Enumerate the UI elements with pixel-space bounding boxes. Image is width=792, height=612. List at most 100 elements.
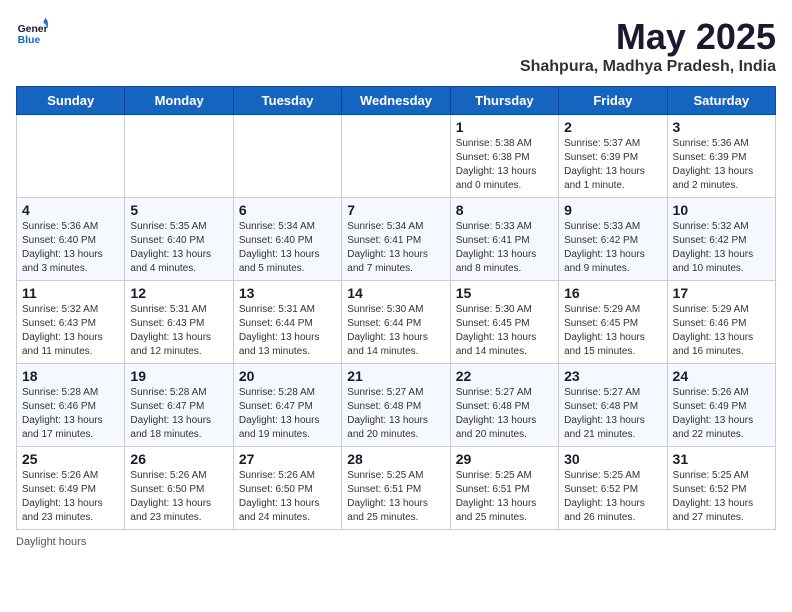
cell-date: 4 <box>22 202 119 218</box>
calendar-cell: 20 Sunrise: 5:28 AM Sunset: 6:47 PM Dayli… <box>233 364 341 447</box>
cell-date: 29 <box>456 451 553 467</box>
cell-date: 8 <box>456 202 553 218</box>
cell-date: 16 <box>564 285 661 301</box>
cell-info: Sunrise: 5:26 AM Sunset: 6:50 PM Dayligh… <box>239 469 336 525</box>
calendar-cell: 3 Sunrise: 5:36 AM Sunset: 6:39 PM Daylig… <box>667 115 775 198</box>
day-header-friday: Friday <box>559 87 667 115</box>
cell-info: Sunrise: 5:31 AM Sunset: 6:43 PM Dayligh… <box>130 303 227 359</box>
day-header-tuesday: Tuesday <box>233 87 341 115</box>
cell-info: Sunrise: 5:25 AM Sunset: 6:52 PM Dayligh… <box>564 469 661 525</box>
cell-info: Sunrise: 5:25 AM Sunset: 6:52 PM Dayligh… <box>673 469 770 525</box>
calendar-cell: 26Sunrise: 5:26 AM Sunset: 6:50 PM Dayli… <box>125 447 233 530</box>
logo-icon: General Blue <box>16 16 48 48</box>
footer: Daylight hours <box>16 536 776 548</box>
week-row-5: 25 Sunrise: 5:26 AM Sunset: 6:49 PM Dayli… <box>17 447 776 530</box>
week-row-1: 1 Sunrise: 5:38 AM Sunset: 6:38 PM Daylig… <box>17 115 776 198</box>
cell-date: 10 <box>673 202 770 218</box>
calendar-cell: 9 Sunrise: 5:33 AM Sunset: 6:42 PM Daylig… <box>559 198 667 281</box>
day-header-thursday: Thursday <box>450 87 558 115</box>
calendar-cell: 15Sunrise: 5:30 AM Sunset: 6:45 PM Dayli… <box>450 281 558 364</box>
week-row-3: 11 Sunrise: 5:32 AM Sunset: 6:43 PM Dayli… <box>17 281 776 364</box>
cell-date: 31 <box>673 451 770 467</box>
calendar-cell: 10 Sunrise: 5:32 AM Sunset: 6:42 PM Dayli… <box>667 198 775 281</box>
cell-info: Sunrise: 5:38 AM Sunset: 6:38 PM Dayligh… <box>456 137 553 193</box>
calendar-cell: 30 Sunrise: 5:25 AM Sunset: 6:52 PM Dayli… <box>559 447 667 530</box>
cell-info: Sunrise: 5:25 AM Sunset: 6:51 PM Dayligh… <box>347 469 444 525</box>
cell-date: 3 <box>673 119 770 135</box>
calendar-cell: 2 Sunrise: 5:37 AM Sunset: 6:39 PM Daylig… <box>559 115 667 198</box>
cell-date: 25 <box>22 451 119 467</box>
cell-info: Sunrise: 5:33 AM Sunset: 6:42 PM Dayligh… <box>564 220 661 276</box>
month-title: May 2025 <box>520 16 776 58</box>
calendar-cell: 31 Sunrise: 5:25 AM Sunset: 6:52 PM Dayli… <box>667 447 775 530</box>
cell-info: Sunrise: 5:28 AM Sunset: 6:47 PM Dayligh… <box>239 386 336 442</box>
cell-info: Sunrise: 5:37 AM Sunset: 6:39 PM Dayligh… <box>564 137 661 193</box>
cell-date: 24 <box>673 368 770 384</box>
cell-date: 1 <box>456 119 553 135</box>
calendar-cell: 11 Sunrise: 5:32 AM Sunset: 6:43 PM Dayli… <box>17 281 125 364</box>
cell-info: Sunrise: 5:31 AM Sunset: 6:44 PM Dayligh… <box>239 303 336 359</box>
calendar-cell: 6 Sunrise: 5:34 AM Sunset: 6:40 PM Daylig… <box>233 198 341 281</box>
daylight-hours-label: Daylight hours <box>16 536 86 548</box>
cell-info: Sunrise: 5:25 AM Sunset: 6:51 PM Dayligh… <box>456 469 553 525</box>
calendar-cell: 28 Sunrise: 5:25 AM Sunset: 6:51 PM Dayli… <box>342 447 450 530</box>
calendar-cell: 25 Sunrise: 5:26 AM Sunset: 6:49 PM Dayli… <box>17 447 125 530</box>
cell-date: 14 <box>347 285 444 301</box>
svg-text:General: General <box>18 24 48 35</box>
cell-info: Sunrise: 5:29 AM Sunset: 6:45 PM Dayligh… <box>564 303 661 359</box>
cell-date: 28 <box>347 451 444 467</box>
cell-info: Sunrise: 5:36 AM Sunset: 6:39 PM Dayligh… <box>673 137 770 193</box>
cell-info: Sunrise: 5:28 AM Sunset: 6:46 PM Dayligh… <box>22 386 119 442</box>
cell-info: Sunrise: 5:36 AM Sunset: 6:40 PM Dayligh… <box>22 220 119 276</box>
cell-date: 23 <box>564 368 661 384</box>
days-header-row: SundayMondayTuesdayWednesdayThursdayFrid… <box>17 87 776 115</box>
week-row-4: 18Sunrise: 5:28 AM Sunset: 6:46 PM Dayli… <box>17 364 776 447</box>
cell-info: Sunrise: 5:29 AM Sunset: 6:46 PM Dayligh… <box>673 303 770 359</box>
calendar-cell: 19 Sunrise: 5:28 AM Sunset: 6:47 PM Dayli… <box>125 364 233 447</box>
cell-info: Sunrise: 5:35 AM Sunset: 6:40 PM Dayligh… <box>130 220 227 276</box>
cell-info: Sunrise: 5:32 AM Sunset: 6:42 PM Dayligh… <box>673 220 770 276</box>
calendar-table: SundayMondayTuesdayWednesdayThursdayFrid… <box>16 86 776 530</box>
cell-info: Sunrise: 5:33 AM Sunset: 6:41 PM Dayligh… <box>456 220 553 276</box>
cell-date: 5 <box>130 202 227 218</box>
calendar-cell: 23Sunrise: 5:27 AM Sunset: 6:48 PM Dayli… <box>559 364 667 447</box>
cell-date: 6 <box>239 202 336 218</box>
calendar-cell: 5 Sunrise: 5:35 AM Sunset: 6:40 PM Daylig… <box>125 198 233 281</box>
cell-date: 21 <box>347 368 444 384</box>
title-area: May 2025 Shahpura, Madhya Pradesh, India <box>520 16 776 76</box>
cell-info: Sunrise: 5:27 AM Sunset: 6:48 PM Dayligh… <box>456 386 553 442</box>
calendar-cell: 14 Sunrise: 5:30 AM Sunset: 6:44 PM Dayli… <box>342 281 450 364</box>
calendar-cell: 13 Sunrise: 5:31 AM Sunset: 6:44 PM Dayli… <box>233 281 341 364</box>
cell-info: Sunrise: 5:27 AM Sunset: 6:48 PM Dayligh… <box>347 386 444 442</box>
location-title: Shahpura, Madhya Pradesh, India <box>520 58 776 76</box>
cell-date: 19 <box>130 368 227 384</box>
cell-info: Sunrise: 5:26 AM Sunset: 6:49 PM Dayligh… <box>22 469 119 525</box>
cell-date: 13 <box>239 285 336 301</box>
cell-date: 11 <box>22 285 119 301</box>
cell-date: 27 <box>239 451 336 467</box>
cell-date: 9 <box>564 202 661 218</box>
cell-info: Sunrise: 5:28 AM Sunset: 6:47 PM Dayligh… <box>130 386 227 442</box>
calendar-cell: 29 Sunrise: 5:25 AM Sunset: 6:51 PM Dayli… <box>450 447 558 530</box>
calendar-cell: 12Sunrise: 5:31 AM Sunset: 6:43 PM Dayli… <box>125 281 233 364</box>
cell-date: 20 <box>239 368 336 384</box>
calendar-cell: 17Sunrise: 5:29 AM Sunset: 6:46 PM Dayli… <box>667 281 775 364</box>
cell-date: 7 <box>347 202 444 218</box>
day-header-sunday: Sunday <box>17 87 125 115</box>
calendar-cell <box>233 115 341 198</box>
calendar-cell <box>125 115 233 198</box>
calendar-cell: 24Sunrise: 5:26 AM Sunset: 6:49 PM Dayli… <box>667 364 775 447</box>
cell-info: Sunrise: 5:30 AM Sunset: 6:44 PM Dayligh… <box>347 303 444 359</box>
calendar-cell: 21 Sunrise: 5:27 AM Sunset: 6:48 PM Dayli… <box>342 364 450 447</box>
cell-info: Sunrise: 5:32 AM Sunset: 6:43 PM Dayligh… <box>22 303 119 359</box>
cell-date: 30 <box>564 451 661 467</box>
day-header-monday: Monday <box>125 87 233 115</box>
calendar-cell <box>342 115 450 198</box>
cell-date: 2 <box>564 119 661 135</box>
cell-info: Sunrise: 5:34 AM Sunset: 6:40 PM Dayligh… <box>239 220 336 276</box>
calendar-cell: 27 Sunrise: 5:26 AM Sunset: 6:50 PM Dayli… <box>233 447 341 530</box>
week-row-2: 4 Sunrise: 5:36 AM Sunset: 6:40 PM Daylig… <box>17 198 776 281</box>
calendar-cell: 18Sunrise: 5:28 AM Sunset: 6:46 PM Dayli… <box>17 364 125 447</box>
day-header-wednesday: Wednesday <box>342 87 450 115</box>
calendar-cell: 1 Sunrise: 5:38 AM Sunset: 6:38 PM Daylig… <box>450 115 558 198</box>
